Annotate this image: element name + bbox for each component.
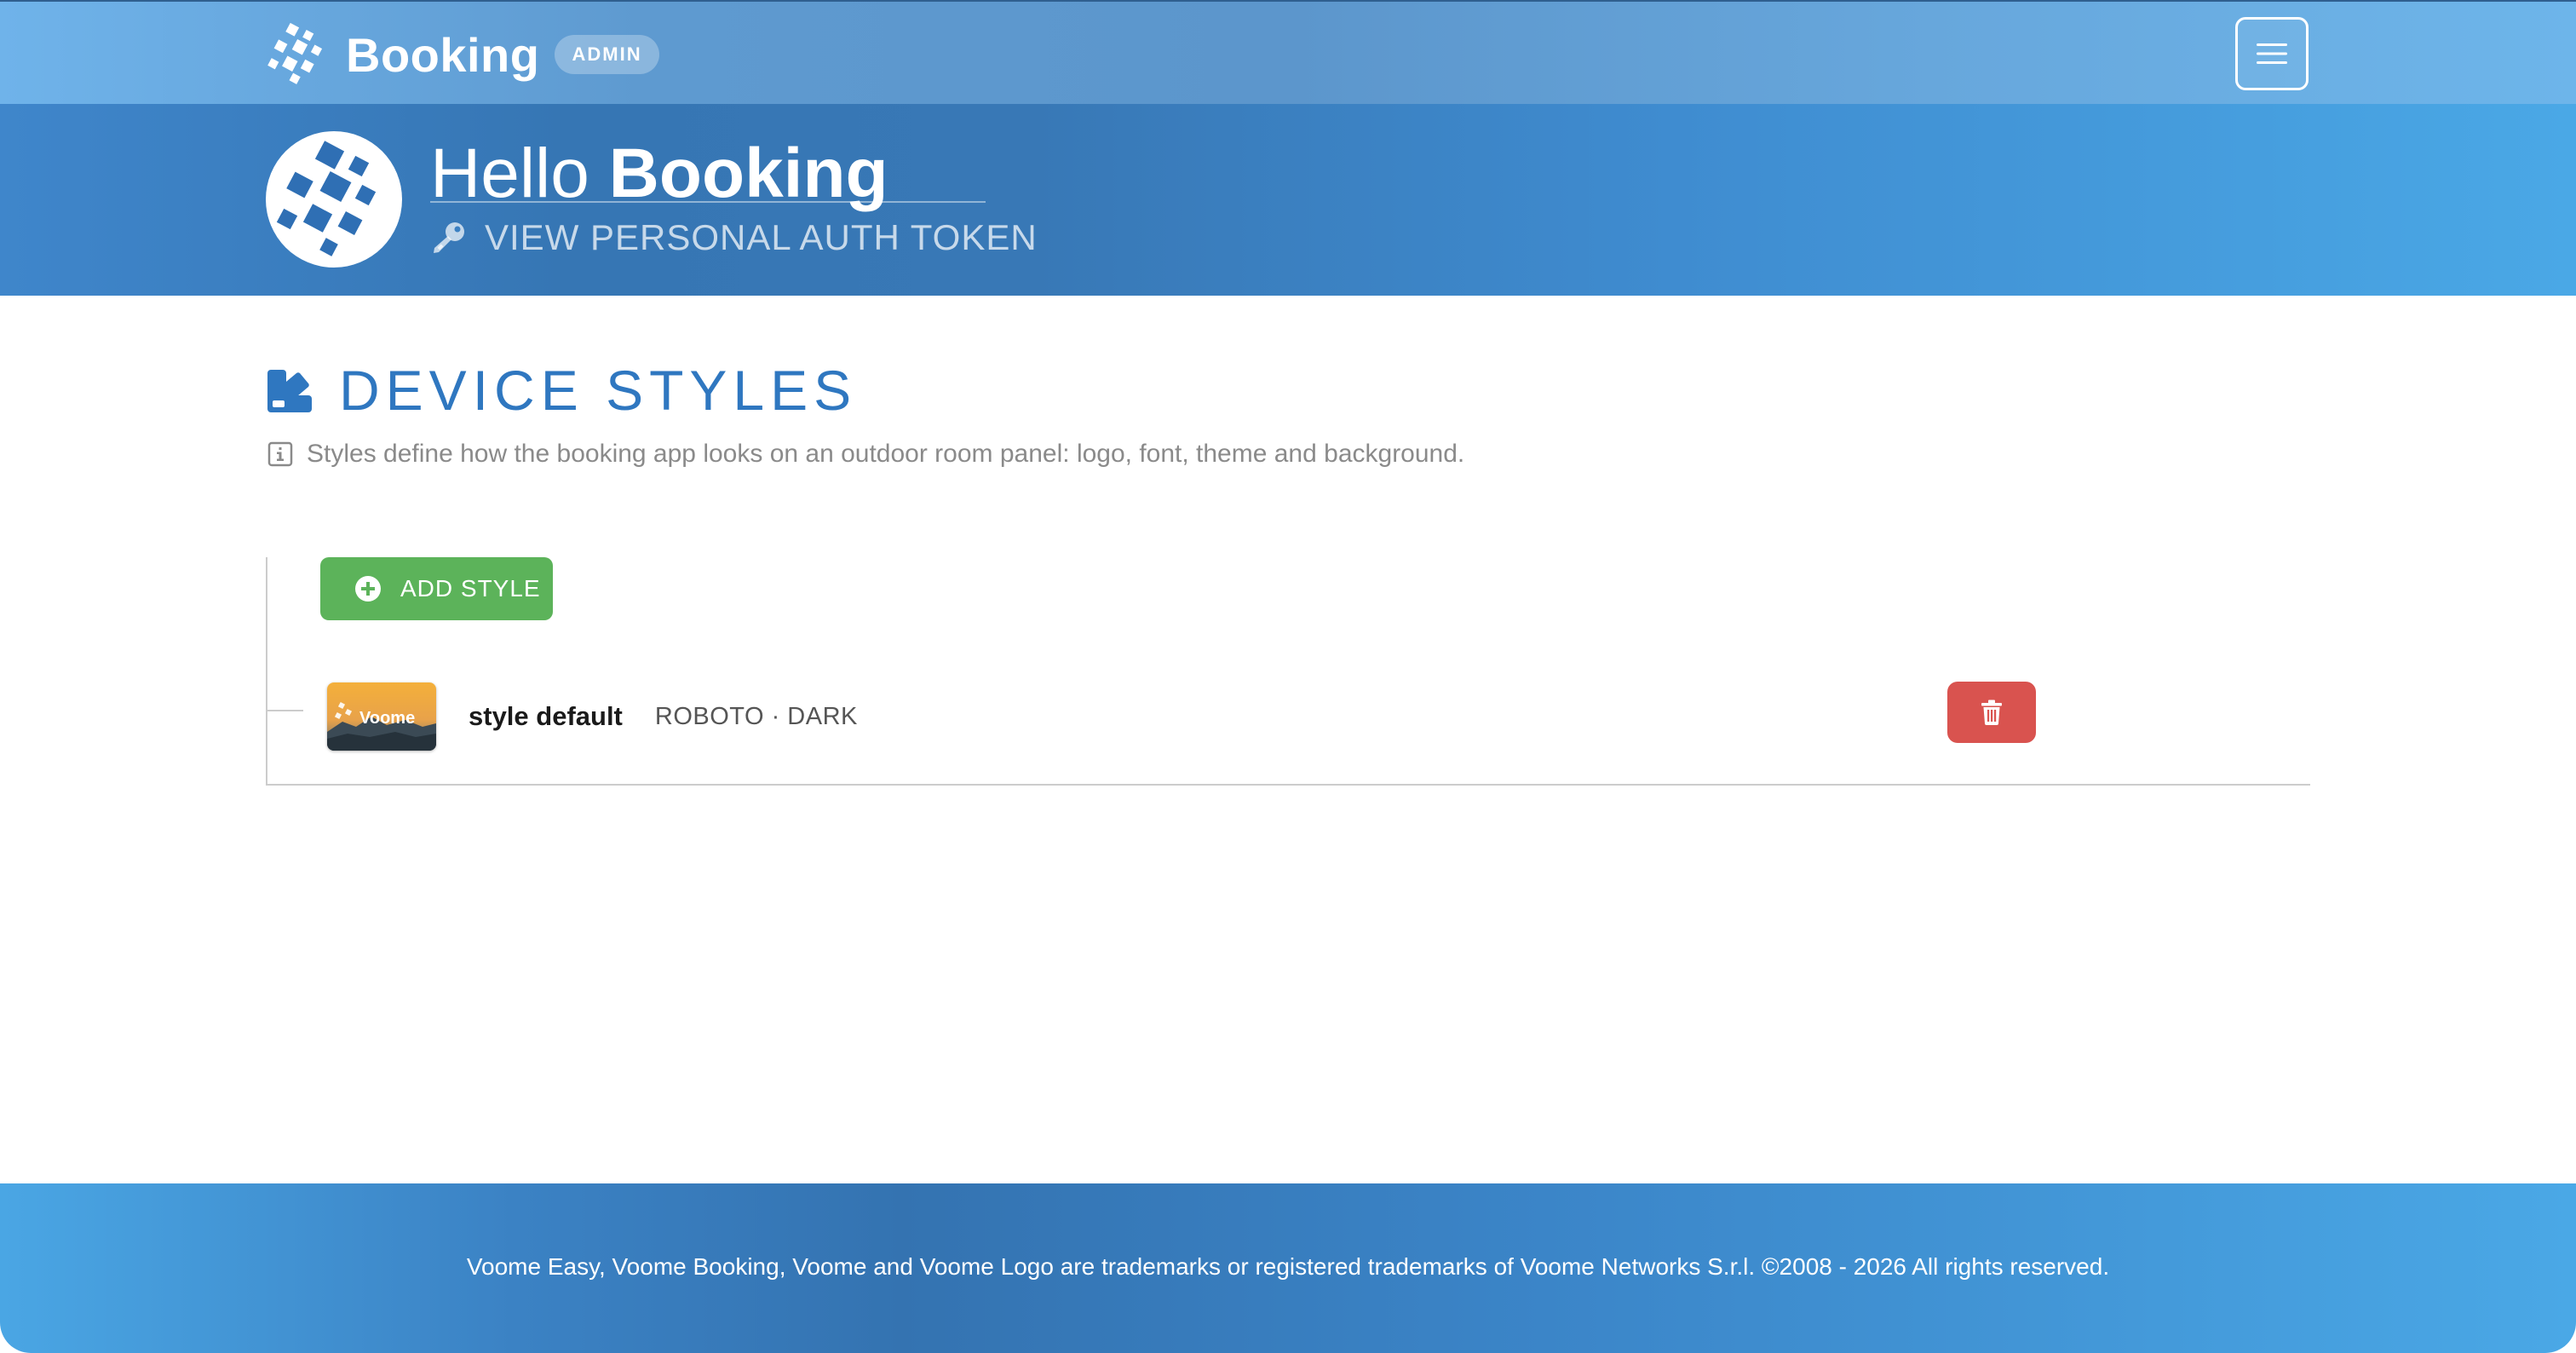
- style-meta: ROBOTO · DARK: [654, 702, 858, 730]
- page-description: Styles define how the booking app looks …: [267, 440, 1464, 469]
- auth-token-label: VIEW PERSONAL AUTH TOKEN: [485, 217, 1038, 257]
- avatar: [266, 131, 402, 268]
- hamburger-menu-icon: [2257, 43, 2287, 64]
- styles-list: ADD STYLE Voome style default ROBOTO · D…: [266, 557, 2310, 786]
- voome-avatar-logo-icon: [276, 141, 377, 256]
- delete-style-button[interactable]: [1947, 682, 2036, 743]
- swatch-book-icon: [267, 370, 312, 412]
- add-style-label: ADD STYLE: [400, 575, 541, 602]
- brand[interactable]: Booking ADMIN: [266, 19, 659, 90]
- footer: Voome Easy, Voome Booking, Voome and Voo…: [0, 1183, 2576, 1353]
- footer-copyright: Voome Easy, Voome Booking, Voome and Voo…: [466, 1253, 2110, 1280]
- add-style-button[interactable]: ADD STYLE: [320, 557, 553, 620]
- brand-name: Booking: [346, 27, 540, 82]
- style-thumbnail-image: Voome: [327, 682, 436, 751]
- page-description-text: Styles define how the booking app looks …: [307, 440, 1465, 468]
- page-title-text: DEVICE STYLES: [339, 359, 858, 422]
- admin-badge: ADMIN: [555, 35, 659, 74]
- style-name: style default: [469, 701, 623, 731]
- voome-logo-icon: [267, 22, 323, 84]
- key-icon: [434, 222, 464, 253]
- menu-toggle-button[interactable]: [2235, 17, 2309, 90]
- thumbnail-logo-text: Voome: [359, 709, 415, 728]
- view-auth-token-link[interactable]: VIEW PERSONAL AUTH TOKEN: [430, 217, 1038, 258]
- greeting-divider: [430, 201, 986, 203]
- info-icon: [267, 441, 293, 467]
- page-title: DEVICE STYLES: [266, 358, 857, 423]
- list-connector: [267, 710, 303, 711]
- trash-icon: [1981, 700, 2002, 725]
- user-hero: Hello Booking: [0, 104, 2576, 296]
- top-navbar: Booking ADMIN: [0, 0, 2576, 104]
- plus-circle-icon: [355, 576, 381, 602]
- style-thumbnail: Voome: [327, 682, 436, 751]
